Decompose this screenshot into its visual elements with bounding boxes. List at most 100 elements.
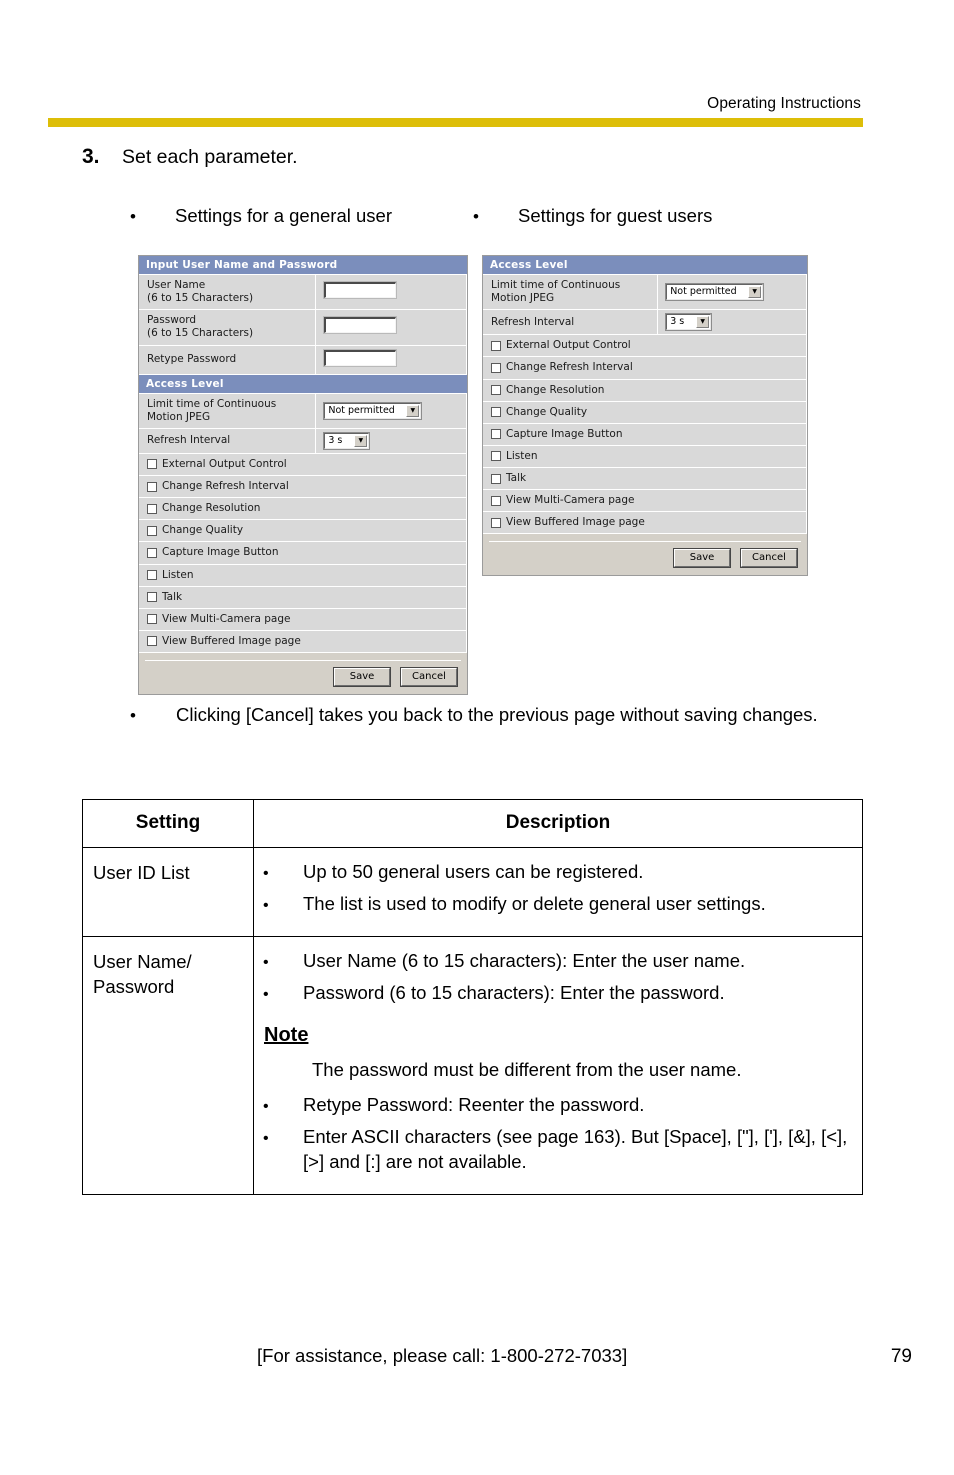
limit-time-label: Limit time of Continuous Motion JPEG [139, 393, 317, 429]
settings-description-table: Setting Description User ID List • Up to… [82, 799, 863, 1195]
checkbox-view-multi-camera-page[interactable] [491, 495, 501, 506]
checkbox-row[interactable]: Capture Image Button [483, 423, 807, 446]
refresh-interval-field-cell: 3 s ▼ [657, 309, 807, 336]
checkbox-label: Listen [506, 449, 538, 462]
table-row: Refresh Interval 3 s ▼ [139, 428, 467, 454]
checkbox-row[interactable]: View Buffered Image page [139, 630, 467, 654]
checkbox-label: View Multi-Camera page [162, 612, 291, 625]
cancel-button[interactable]: Cancel [740, 548, 798, 569]
checkbox-row[interactable]: Capture Image Button [139, 541, 467, 565]
checkbox-row[interactable]: Talk [483, 467, 807, 491]
retype-password-input[interactable] [323, 348, 398, 367]
password-field-cell [315, 309, 467, 346]
refresh-interval-dropdown[interactable]: 3 s ▼ [665, 313, 713, 332]
table-row: Change Refresh Interval [139, 475, 467, 499]
refresh-interval-dropdown[interactable]: 3 s ▼ [323, 431, 371, 450]
checkbox-row[interactable]: Talk [139, 586, 467, 609]
checkbox-capture-image-button[interactable] [147, 547, 157, 558]
list-item-text: Password (6 to 15 characters): Enter the… [303, 982, 725, 1004]
checkbox-label: Change Quality [162, 524, 244, 537]
access-level-table: Limit time of Continuous Motion JPEG Not… [139, 393, 467, 654]
save-button[interactable]: Save [333, 667, 391, 687]
checkbox-row[interactable]: Change Resolution [483, 379, 807, 402]
table-row: Capture Image Button [483, 423, 807, 446]
checkbox-row[interactable]: Listen [483, 445, 807, 469]
password-input[interactable] [323, 316, 398, 335]
table-row: User ID List • Up to 50 general users ca… [82, 846, 863, 938]
step-text: Set each parameter. [122, 146, 298, 168]
checkbox-label: View Buffered Image page [506, 516, 645, 529]
checkbox-label: Change Refresh Interval [506, 361, 633, 374]
checkbox-change-resolution[interactable] [147, 503, 157, 514]
checkbox-label: Capture Image Button [162, 546, 279, 559]
checkbox-talk[interactable] [491, 473, 501, 484]
limit-time-dropdown[interactable]: Not permitted ▼ [665, 283, 765, 302]
checkbox-external-output-control[interactable] [491, 340, 501, 351]
cancel-note: • Clicking [Cancel] takes you back to th… [130, 702, 830, 728]
setting-name-user-id-list: User ID List [82, 846, 254, 938]
user-name-input[interactable] [323, 281, 398, 300]
table-row: Talk [483, 467, 807, 491]
checkbox-row[interactable]: Change Resolution [139, 497, 467, 521]
limit-time-dropdown[interactable]: Not permitted ▼ [323, 401, 423, 420]
limit-time-dropdown-value: Not permitted [670, 286, 737, 298]
checkbox-row[interactable]: Change Refresh Interval [139, 475, 467, 499]
table-row: View Multi-Camera page [139, 608, 467, 631]
table-row: Talk [139, 586, 467, 609]
refresh-interval-label: Refresh Interval [483, 309, 659, 336]
bullet-icon: • [263, 1097, 269, 1115]
cancel-button[interactable]: Cancel [400, 667, 458, 687]
checkbox-capture-image-button[interactable] [491, 429, 501, 440]
table-row: User Name (6 to 15 Characters) [139, 275, 467, 311]
table-row: Change Quality [139, 519, 467, 543]
checkbox-listen[interactable] [491, 451, 501, 462]
section-header-access-level: Access Level [483, 256, 807, 275]
checkbox-change-quality[interactable] [491, 407, 501, 418]
table-row: View Multi-Camera page [483, 489, 807, 513]
checkbox-external-output-control[interactable] [147, 459, 157, 470]
list-item-text: User Name (6 to 15 characters): Enter th… [303, 950, 746, 972]
table-row: Listen [483, 445, 807, 469]
checkbox-listen[interactable] [147, 570, 157, 581]
checkbox-talk[interactable] [147, 592, 157, 603]
checkbox-change-refresh-interval[interactable] [147, 481, 157, 492]
checkbox-label: Change Resolution [506, 383, 605, 396]
checkbox-row[interactable]: External Output Control [139, 453, 467, 477]
bullet-icon: • [263, 1129, 269, 1147]
table-row: Limit time of Continuous Motion JPEG Not… [483, 275, 807, 311]
description-user-id-list: • Up to 50 general users can be register… [253, 846, 863, 938]
checkbox-row[interactable]: Change Quality [483, 401, 807, 424]
description-bullet-list: • Up to 50 general users can be register… [254, 859, 852, 917]
checkbox-change-resolution[interactable] [491, 385, 501, 396]
checkbox-row[interactable]: Change Quality [139, 519, 467, 543]
checkbox-change-quality[interactable] [147, 525, 157, 536]
checkbox-row[interactable]: View Buffered Image page [483, 511, 807, 535]
checkbox-change-refresh-interval[interactable] [491, 362, 501, 373]
caption-guest-users: • Settings for guest users [473, 205, 712, 227]
retype-password-label: Retype Password [139, 345, 317, 375]
bullet-icon: • [263, 986, 269, 1004]
page-number: 79 [890, 1346, 912, 1367]
checkbox-row[interactable]: External Output Control [483, 334, 807, 358]
checkbox-label: View Multi-Camera page [506, 494, 635, 507]
checkbox-row[interactable]: View Multi-Camera page [139, 608, 467, 631]
caption-general-user-label: Settings for a general user [175, 205, 392, 226]
step-3: 3. Set each parameter. [82, 145, 298, 169]
section-header-input-user-name-password: Input User Name and Password [139, 256, 467, 275]
checkbox-row[interactable]: Change Refresh Interval [483, 356, 807, 380]
save-button[interactable]: Save [673, 548, 731, 569]
checkbox-label: Capture Image Button [506, 427, 623, 440]
note-heading: Note [264, 1024, 309, 1047]
table-row: Change Quality [483, 401, 807, 424]
limit-time-dropdown-value: Not permitted [328, 404, 395, 416]
checkbox-label: Change Refresh Interval [162, 480, 289, 492]
setting-name-line2: Password [93, 975, 175, 997]
checkbox-view-buffered-image-page[interactable] [147, 636, 157, 647]
chevron-down-icon: ▼ [406, 404, 420, 417]
checkbox-view-multi-camera-page[interactable] [147, 614, 157, 625]
list-item: • User Name (6 to 15 characters): Enter … [254, 948, 852, 974]
checkbox-row[interactable]: View Multi-Camera page [483, 489, 807, 513]
checkbox-row[interactable]: Listen [139, 564, 467, 587]
checkbox-view-buffered-image-page[interactable] [491, 517, 501, 528]
input-user-name-password-table: User Name (6 to 15 Characters) Password … [139, 275, 467, 375]
